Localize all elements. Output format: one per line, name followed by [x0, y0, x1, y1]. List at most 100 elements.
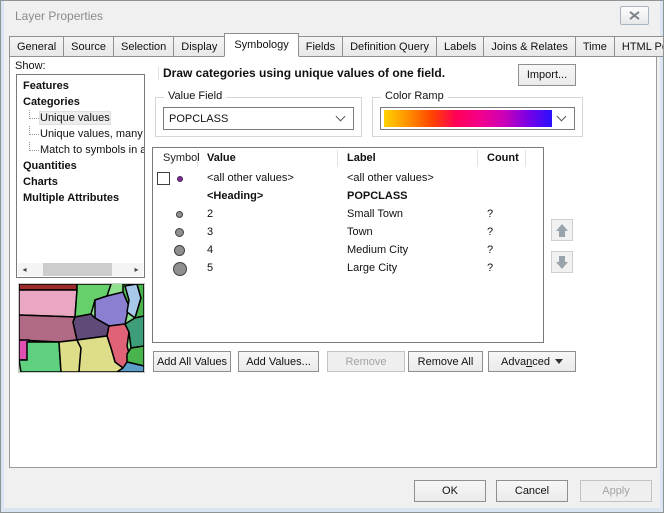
layer-properties-dialog: Layer Properties General Source Selectio… [0, 0, 664, 513]
close-button[interactable] [620, 6, 649, 25]
add-values-button[interactable]: Add Values... [238, 351, 319, 372]
column-header-count: Count [487, 152, 519, 164]
column-divider [197, 150, 198, 167]
label-cell: Small Town [347, 208, 403, 220]
tree-horizontal-scrollbar[interactable]: ◂ ▸ [18, 263, 143, 276]
tree-item-quantities[interactable]: Quantities [17, 158, 144, 174]
value-cell: <Heading> [207, 190, 263, 202]
title-bar[interactable]: Layer Properties [4, 1, 660, 31]
apply-button[interactable]: Apply [580, 480, 652, 502]
cancel-button[interactable]: Cancel [496, 480, 568, 502]
tab-selection[interactable]: Selection [113, 36, 174, 57]
tab-label: Labels [444, 41, 476, 53]
color-ramp-dropdown[interactable] [380, 107, 575, 130]
tree-item-multiple-attributes[interactable]: Multiple Attributes [17, 190, 144, 206]
tab-label: Fields [306, 41, 335, 53]
tab-label: HTML Popup [622, 41, 664, 53]
value-cell: 4 [207, 244, 213, 256]
add-all-values-button[interactable]: Add All Values [153, 351, 231, 372]
label-cell: Medium City [347, 244, 408, 256]
tree-connector [29, 126, 39, 135]
table-row-5[interactable]: 5 Large City ? [153, 260, 543, 278]
window-title: Layer Properties [15, 9, 103, 23]
move-up-button[interactable] [551, 219, 573, 241]
symbology-page: Show: Features Categories Unique values … [9, 56, 657, 468]
tab-definition-query[interactable]: Definition Query [342, 36, 437, 57]
count-cell: ? [487, 208, 493, 220]
tree-item-charts[interactable]: Charts [17, 174, 144, 190]
label-cell: Town [347, 226, 373, 238]
tab-html-popup[interactable]: HTML Popup [614, 36, 664, 57]
map-preview [18, 283, 145, 373]
unique-values-list[interactable]: Symbol Value Label Count <all other valu… [152, 147, 544, 343]
ok-button[interactable]: OK [414, 480, 486, 502]
column-divider [337, 150, 338, 167]
label-cell: POPCLASS [347, 190, 408, 202]
tree-item-match-symbols[interactable]: Match to symbols in a [17, 142, 144, 158]
tab-symbology[interactable]: Symbology [224, 33, 298, 57]
show-tree: Features Categories Unique values Unique… [16, 74, 145, 278]
tab-joins-relates[interactable]: Joins & Relates [483, 36, 575, 57]
all-other-values-checkbox[interactable] [157, 172, 170, 185]
tab-label: Selection [121, 41, 166, 53]
gray-dot-symbol-icon [173, 262, 187, 276]
tree-item-label: Features [23, 80, 69, 92]
chevron-down-icon [336, 112, 346, 122]
remove-button[interactable]: Remove [327, 351, 405, 372]
label-cell: Large City [347, 262, 397, 274]
tab-fields[interactable]: Fields [298, 36, 343, 57]
advanced-button[interactable]: Advanced [488, 351, 576, 372]
tab-labels[interactable]: Labels [436, 36, 484, 57]
column-header-label: Label [347, 152, 376, 164]
value-field-group: Value Field POPCLASS [155, 97, 362, 137]
value-field-dropdown[interactable]: POPCLASS [163, 107, 354, 130]
column-divider [525, 150, 526, 167]
chevron-down-icon [557, 112, 567, 122]
tab-source[interactable]: Source [63, 36, 114, 57]
tree-item-label: Categories [23, 96, 80, 108]
tree-item-label: Unique values, many [40, 128, 143, 140]
tab-label: Symbology [234, 39, 288, 51]
dropdown-arrow-icon [555, 359, 563, 364]
tree-item-features[interactable]: Features [17, 78, 144, 94]
tree-item-label: Charts [23, 176, 58, 188]
symbol-cell [153, 224, 197, 242]
symbol-cell [153, 206, 197, 224]
tab-label: Time [583, 41, 607, 53]
scroll-right-icon[interactable]: ▸ [130, 263, 143, 276]
table-row-4[interactable]: 4 Medium City ? [153, 242, 543, 260]
scroll-track[interactable] [31, 263, 130, 276]
tree-item-categories[interactable]: Categories [17, 94, 144, 110]
tree-connector [29, 142, 39, 151]
scroll-left-icon[interactable]: ◂ [18, 263, 31, 276]
value-cell: 5 [207, 262, 213, 274]
table-row-3[interactable]: 3 Town ? [153, 224, 543, 242]
tree-item-label: Quantities [23, 160, 77, 172]
label-cell: <all other values> [347, 172, 434, 184]
table-row-heading[interactable]: <Heading> POPCLASS [153, 188, 543, 206]
count-cell: ? [487, 226, 493, 238]
arrow-down-icon [556, 256, 568, 269]
tab-general[interactable]: General [9, 36, 64, 57]
symbol-cell [153, 260, 197, 278]
tab-time[interactable]: Time [575, 36, 615, 57]
value-cell: 3 [207, 226, 213, 238]
remove-all-button[interactable]: Remove All [408, 351, 483, 372]
import-button[interactable]: Import... [518, 64, 576, 86]
symbol-cell [153, 170, 197, 188]
tab-display[interactable]: Display [173, 36, 225, 57]
tab-label: Definition Query [350, 41, 429, 53]
scroll-thumb[interactable] [43, 263, 112, 276]
advanced-label: Advanced [501, 356, 550, 368]
table-row-2[interactable]: 2 Small Town ? [153, 206, 543, 224]
tree-item-label: Match to symbols in a [40, 144, 145, 156]
move-down-button[interactable] [551, 251, 573, 273]
purple-dot-symbol-icon [177, 176, 183, 182]
tree-item-unique-values[interactable]: Unique values [17, 110, 144, 126]
tab-label: Source [71, 41, 106, 53]
tree-item-unique-values-many[interactable]: Unique values, many [17, 126, 144, 142]
tree-item-label: Multiple Attributes [23, 192, 119, 204]
table-row-all-other-values[interactable]: <all other values> <all other values> [153, 170, 543, 188]
page-heading: Draw categories using unique values of o… [158, 66, 445, 80]
close-icon [629, 11, 640, 20]
